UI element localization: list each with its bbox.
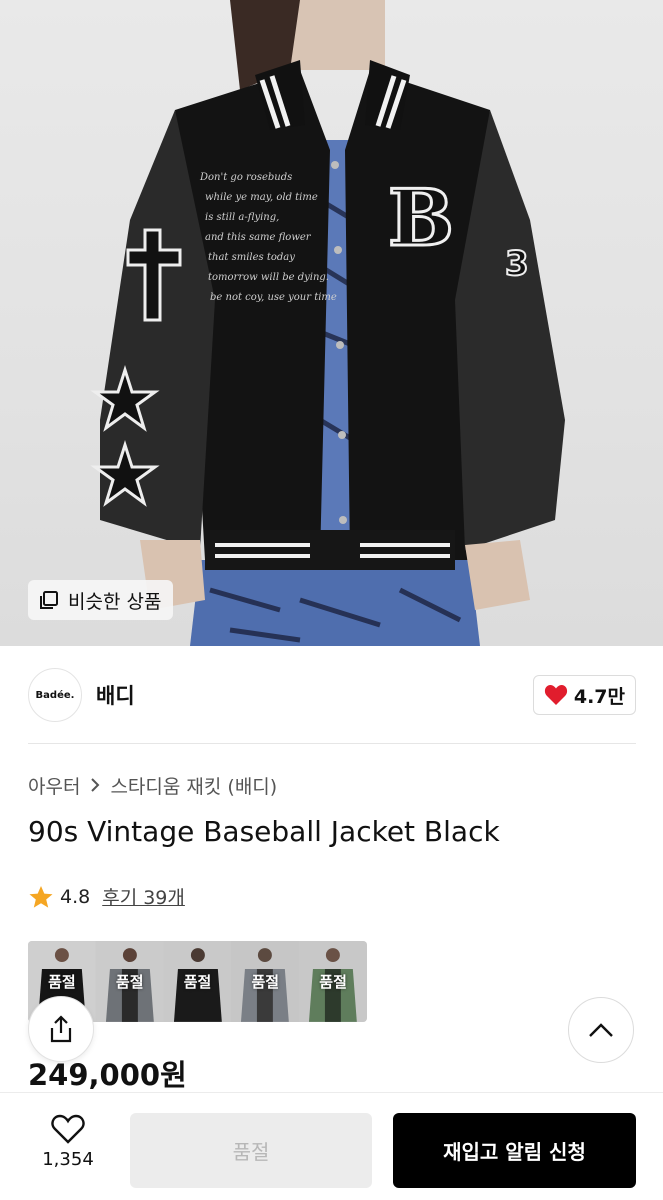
svg-text:tomorrow will be dying.: tomorrow will be dying. bbox=[208, 272, 329, 283]
brand-row[interactable]: Badée. 배디 4.7만 bbox=[28, 668, 636, 722]
svg-text:while ye may, old time: while ye may, old time bbox=[205, 192, 318, 203]
option-thumb-2[interactable]: 품절 bbox=[95, 941, 164, 1022]
breadcrumb-subcategory[interactable]: 스타디움 재킷 (배디) bbox=[110, 772, 277, 799]
svg-text:that smiles today: that smiles today bbox=[208, 252, 295, 263]
soldout-label: 품절 bbox=[319, 973, 347, 991]
option-thumb-5[interactable]: 품절 bbox=[299, 941, 367, 1022]
breadcrumb: 아우터 스타디움 재킷 (배디) bbox=[28, 772, 277, 799]
wishlist-button[interactable]: 1,354 bbox=[28, 1113, 108, 1170]
rating-value: 4.8 bbox=[60, 885, 91, 908]
scroll-top-button[interactable] bbox=[568, 997, 634, 1063]
svg-text:is still a-flying,: is still a-flying, bbox=[205, 212, 279, 223]
copy-icon bbox=[38, 589, 60, 611]
similar-items-button[interactable]: 비슷한 상품 bbox=[28, 580, 174, 620]
option-thumb-3[interactable]: 품절 bbox=[163, 941, 232, 1022]
divider bbox=[28, 743, 636, 744]
star-icon bbox=[29, 885, 53, 908]
soldout-label: 품절 bbox=[251, 973, 280, 991]
svg-text:B: B bbox=[388, 173, 454, 264]
product-price: 249,000원 bbox=[28, 1058, 187, 1092]
rating-row: 4.8 후기 39개 bbox=[28, 883, 185, 910]
heart-outline-icon bbox=[51, 1114, 85, 1144]
svg-text:and this same flower: and this same flower bbox=[205, 232, 312, 243]
breadcrumb-category[interactable]: 아우터 bbox=[28, 772, 80, 799]
soldout-label: 품절 bbox=[48, 973, 76, 991]
chevron-up-icon bbox=[589, 1023, 613, 1037]
brand-logo[interactable]: Badée. bbox=[28, 668, 82, 722]
product-image[interactable]: B Don't go rosebuds while ye may, old tim… bbox=[0, 0, 663, 646]
share-icon bbox=[50, 1015, 72, 1043]
product-photo-illustration: B Don't go rosebuds while ye may, old tim… bbox=[90, 0, 565, 646]
similar-items-label: 비슷한 상품 bbox=[68, 590, 162, 613]
reviews-link[interactable]: 후기 39개 bbox=[102, 883, 185, 910]
svg-text:3: 3 bbox=[505, 244, 529, 284]
restock-notify-button[interactable]: 재입고 알림 신청 bbox=[393, 1113, 636, 1188]
svg-text:be not coy, use your time: be not coy, use your time bbox=[210, 292, 337, 303]
soldout-label: 품절 bbox=[183, 973, 212, 991]
soldout-label: 품절 bbox=[115, 973, 144, 991]
chevron-right-icon bbox=[90, 775, 100, 797]
soldout-button[interactable]: 품절 bbox=[130, 1113, 372, 1188]
brand-name[interactable]: 배디 bbox=[96, 680, 135, 710]
wishlist-count: 1,354 bbox=[42, 1149, 94, 1170]
option-thumb-4[interactable]: 품절 bbox=[231, 941, 300, 1022]
svg-text:Don't go rosebuds: Don't go rosebuds bbox=[199, 172, 292, 183]
brand-like-button[interactable]: 4.7만 bbox=[532, 675, 636, 715]
brand-like-count: 4.7만 bbox=[573, 685, 625, 708]
product-title: 90s Vintage Baseball Jacket Black bbox=[28, 815, 500, 848]
bottom-action-bar: 1,354 품절 재입고 알림 신청 bbox=[0, 1092, 663, 1200]
heart-filled-icon bbox=[544, 685, 567, 705]
